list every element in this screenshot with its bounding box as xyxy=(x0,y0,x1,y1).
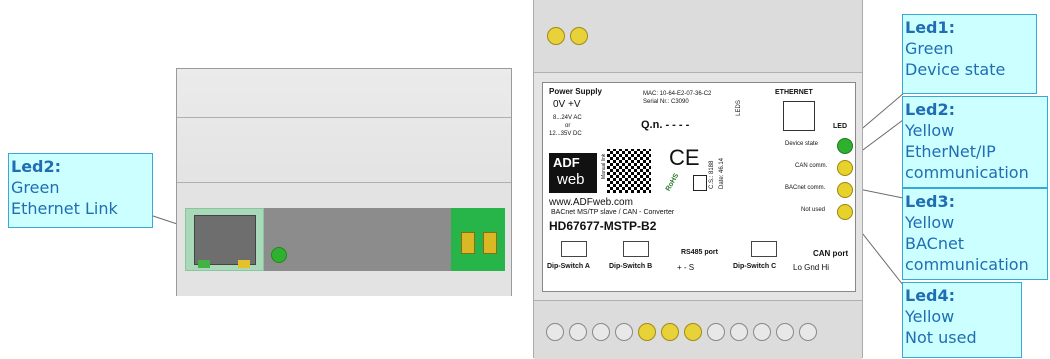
weee-bin-icon xyxy=(693,175,707,191)
rs485-pins: + - S xyxy=(677,263,695,272)
terminal-screw xyxy=(707,323,725,341)
led-label-device-state: Device state xyxy=(785,141,819,147)
housing-groove xyxy=(177,182,511,183)
callout-line: Yellow xyxy=(905,121,955,140)
ethernet-link-led xyxy=(271,247,287,263)
dip-c-label: Dip-Switch C xyxy=(733,263,777,270)
terminal-screw xyxy=(776,323,794,341)
range-or: or xyxy=(565,123,571,129)
callout-line: BACnet xyxy=(905,234,965,253)
terminal-screw xyxy=(569,323,587,341)
terminal-screw xyxy=(592,323,610,341)
callout-line: communication xyxy=(905,255,1029,274)
can-pins: Lo Gnd Hi xyxy=(793,263,830,272)
terminal-screw xyxy=(799,323,817,341)
led-label-bacnet-comm: BACnet comm. xyxy=(785,185,826,191)
led-label-not-used: Not used xyxy=(801,207,826,213)
led1-device-state xyxy=(837,138,853,154)
terminal-screw xyxy=(546,323,564,341)
dip-switch-b xyxy=(623,241,649,257)
callout-leader-lines xyxy=(149,92,905,286)
mac-address: MAC: 10-64-E2-07-36-C2 xyxy=(643,91,712,97)
terminal-screw xyxy=(483,232,497,254)
callout-line: Green xyxy=(11,178,60,197)
serial-number: Serial Nr.: C3090 xyxy=(643,99,689,105)
terminal-screw xyxy=(730,323,748,341)
callout-line: Green xyxy=(905,39,954,58)
callout-line: communication xyxy=(905,163,1029,182)
ethernet-port xyxy=(185,208,264,271)
ce-mark: CE xyxy=(669,145,700,170)
logo-text-bottom: web xyxy=(557,171,585,188)
model-number: HD67677-MSTP-B2 xyxy=(549,219,657,233)
leds-label: LEDS xyxy=(735,100,742,116)
housing-top xyxy=(534,0,862,73)
ethernet-label: ETHERNET xyxy=(775,89,813,96)
callout-title: Led2: xyxy=(905,100,956,119)
callout-led2: Led2: Yellow EtherNet/IP communication xyxy=(902,96,1048,188)
power-terminal-block xyxy=(451,208,505,271)
port-led-yellow xyxy=(238,260,250,268)
led3-bacnet xyxy=(837,182,853,198)
callout-led1: Led1: Green Device state xyxy=(902,14,1037,94)
rs485-port-label: RS485 port xyxy=(681,249,718,256)
dip-a-label: Dip-Switch A xyxy=(547,263,590,270)
callout-title: Led1: xyxy=(905,18,956,37)
date-code: Date: 46.14 xyxy=(719,157,725,189)
terminal-screw-yellow xyxy=(684,323,702,341)
terminal-screw-yellow xyxy=(570,27,588,45)
callout-line: Ethernet Link xyxy=(11,199,118,218)
callout-led4: Led4: Yellow Not used xyxy=(902,282,1022,358)
logo-text-top: ADF xyxy=(553,155,580,170)
dip-switch-c xyxy=(751,241,777,257)
dip-switch-a xyxy=(561,241,587,257)
callout-line: Yellow xyxy=(905,307,955,326)
terminal-screw xyxy=(461,232,475,254)
callout-title: Led3: xyxy=(905,192,956,211)
power-supply-title: Power Supply xyxy=(549,87,602,96)
callout-line: Device state xyxy=(905,60,1006,79)
can-port-label: CAN port xyxy=(813,249,849,258)
callout-title: Led2: xyxy=(11,157,62,176)
callout-title: Led4: xyxy=(905,286,956,305)
led4-not-used xyxy=(837,204,853,220)
dip-b-label: Dip-Switch B xyxy=(609,263,653,270)
callout-line: EtherNet/IP xyxy=(905,142,996,161)
port-led-green xyxy=(198,260,210,268)
terminal-screw-yellow xyxy=(547,27,565,45)
website: www.ADFweb.com xyxy=(549,197,633,208)
qn-label: Q.n. - - - - xyxy=(641,119,690,131)
terminal-screw-yellow xyxy=(638,323,656,341)
callout-line: Not used xyxy=(905,328,977,347)
cs-code: C.S.: 8188 xyxy=(709,160,715,189)
range-ac: 8...24V AC xyxy=(553,115,582,121)
voltage-label: 0V +V xyxy=(553,99,581,110)
led2-comm xyxy=(837,160,853,176)
device-front-view: Power Supply 0V +V 8...24V AC or 12...35… xyxy=(533,0,863,359)
led-header: LED xyxy=(833,123,847,130)
terminal-screw xyxy=(753,323,771,341)
rj45-socket xyxy=(194,215,256,265)
device-label-panel: Power Supply 0V +V 8...24V AC or 12...35… xyxy=(542,82,856,292)
qr-code xyxy=(607,149,651,193)
callout-led3: Led3: Yellow BACnet communication xyxy=(902,188,1048,280)
callout-ethernet-link: Led2: Green Ethernet Link xyxy=(8,153,153,228)
adfweb-logo: ADF web xyxy=(549,153,597,193)
ethernet-port-outline xyxy=(783,101,815,131)
terminal-screw xyxy=(615,323,633,341)
rohs-mark: RoHS xyxy=(664,172,681,193)
led-label-can-comm: CAN comm. xyxy=(795,163,828,169)
range-dc: 12...35V DC xyxy=(549,131,582,137)
housing-groove xyxy=(177,117,511,118)
connector-strip xyxy=(263,208,451,271)
callout-line: Yellow xyxy=(905,213,955,232)
converter-description: BACnet MS/TP slave / CAN - Converter xyxy=(551,209,675,216)
terminal-screw-yellow xyxy=(661,323,679,341)
housing-bottom xyxy=(534,300,862,359)
device-side-view xyxy=(176,68,512,296)
